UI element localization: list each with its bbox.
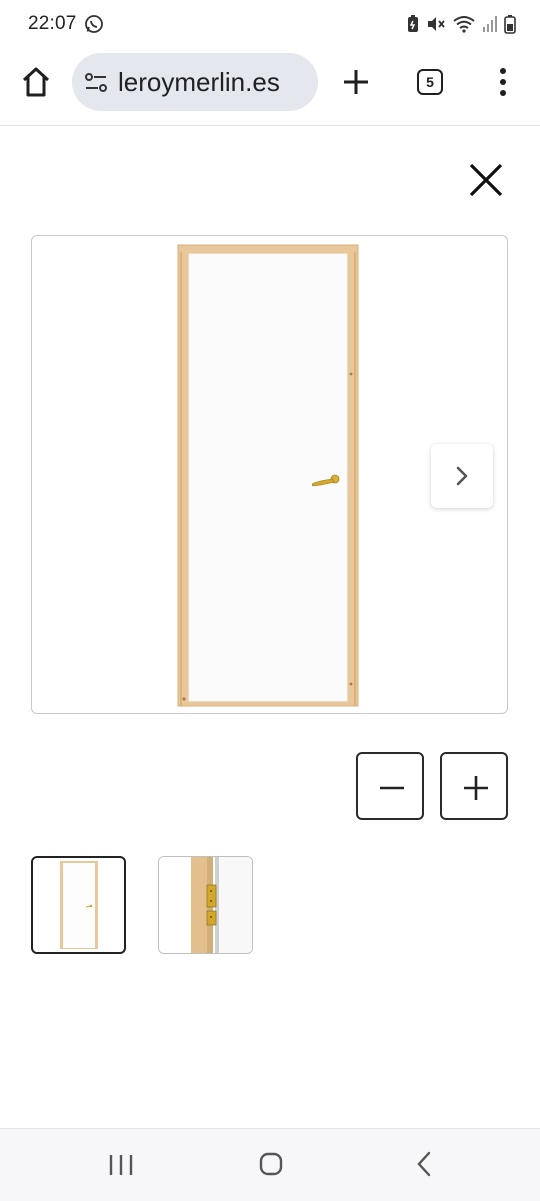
more-vert-icon	[500, 68, 506, 96]
tab-switcher-button[interactable]: 5	[417, 69, 443, 95]
status-bar: 22:07	[0, 0, 540, 50]
mute-icon	[426, 15, 446, 33]
status-time: 22:07	[28, 13, 77, 34]
battery-icon	[504, 14, 516, 34]
system-nav-bar	[0, 1128, 540, 1201]
system-home-button[interactable]	[259, 1152, 283, 1181]
recents-icon	[109, 1155, 133, 1175]
new-tab-button[interactable]	[340, 66, 372, 98]
zoom-out-button[interactable]	[356, 752, 424, 820]
signal-icon	[482, 15, 498, 33]
door-image	[177, 244, 359, 707]
close-icon	[469, 163, 503, 197]
minus-icon	[380, 786, 404, 790]
home-button[interactable]	[18, 64, 54, 100]
thumbnail-image	[60, 861, 98, 949]
more-menu-button[interactable]	[496, 66, 510, 98]
thumbnail-door-hinges[interactable]	[158, 856, 253, 954]
back-chevron-icon	[417, 1151, 431, 1177]
address-bar[interactable]: leroymerlin.es	[72, 53, 318, 111]
browser-toolbar: leroymerlin.es 5	[0, 50, 540, 126]
next-image-button[interactable]	[431, 444, 493, 508]
battery-saver-icon	[406, 14, 420, 34]
wifi-icon	[452, 15, 476, 33]
thumbnail-door-front[interactable]	[31, 856, 126, 954]
system-back-button[interactable]	[414, 1151, 434, 1182]
home-icon	[22, 67, 50, 97]
main-product-image[interactable]	[31, 235, 508, 714]
recents-button[interactable]	[108, 1153, 134, 1182]
new-tab-icon	[344, 70, 368, 94]
url-text[interactable]: leroymerlin.es	[118, 67, 280, 98]
close-button[interactable]	[466, 160, 506, 200]
zoom-in-button[interactable]	[440, 752, 508, 820]
thumbnail-image	[159, 857, 252, 953]
tab-count: 5	[426, 74, 434, 90]
plus-icon	[464, 776, 488, 800]
site-info-icon[interactable]	[84, 72, 108, 94]
whatsapp-icon	[84, 14, 104, 39]
chevron-right-icon	[456, 466, 468, 486]
home-circle-icon	[259, 1152, 283, 1176]
